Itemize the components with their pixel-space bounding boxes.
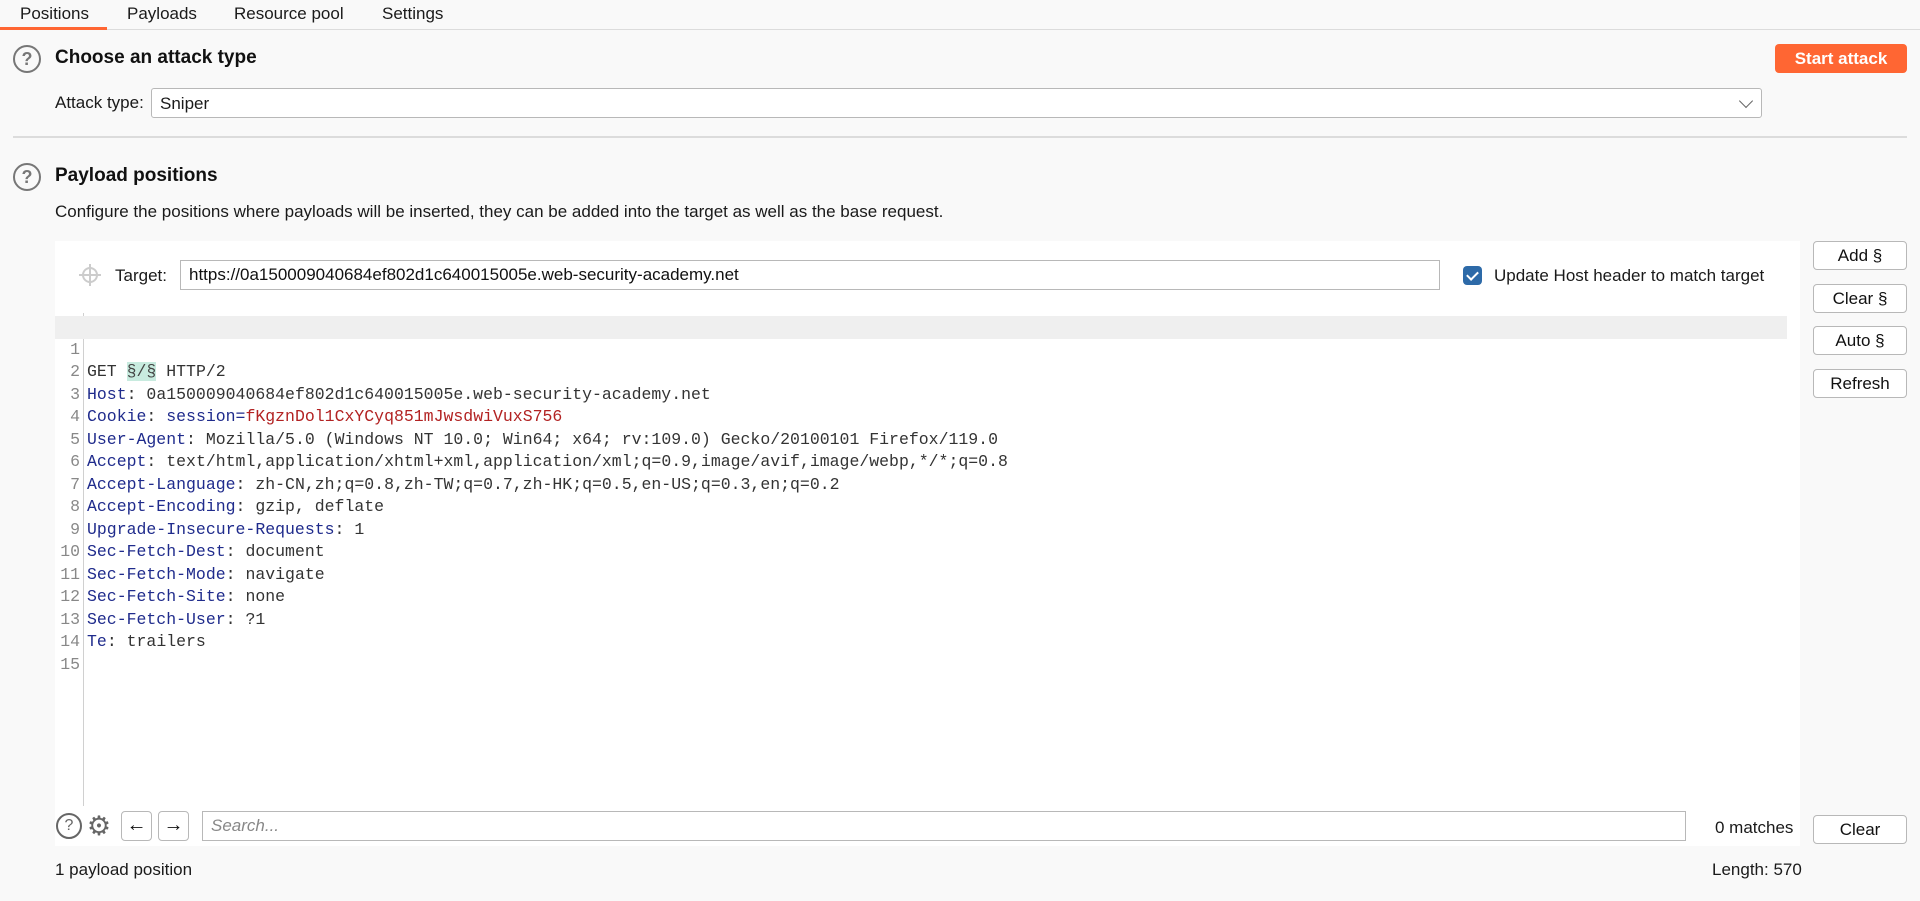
gear-icon[interactable]: ⚙ [85,812,113,840]
tab-payloads[interactable]: Payloads [127,4,197,24]
payload-positions-description: Configure the positions where payloads w… [55,202,944,221]
attack-type-label: Attack type: [55,93,144,112]
refresh-button[interactable]: Refresh [1813,369,1907,398]
payload-position-count: 1 payload position [55,860,193,879]
code-line: 7 Accept-Encoding: gzip, deflate [55,451,1787,517]
attack-type-title: Choose an attack type [55,47,257,68]
code-line: 13 Te: trailers [55,586,1787,652]
attack-type-select[interactable]: Sniper [151,88,1762,118]
code-line: 15 [55,631,1787,674]
auto-markers-button[interactable]: Auto § [1813,326,1907,355]
search-input[interactable] [202,811,1686,841]
update-host-label[interactable]: Update Host header to match target [1494,266,1764,286]
help-icon[interactable]: ? [13,45,41,73]
clear-search-button[interactable]: Clear [1813,815,1907,844]
tab-resource-pool[interactable]: Resource pool [234,4,344,24]
target-row: Target: Update Host header to match targ… [55,241,1800,311]
line-number: 15 [60,654,80,674]
code-line: 2 Host: 0a150009040684ef802d1c640015005e… [55,339,1787,404]
request-editor-panel: Target: Update Host header to match targ… [55,241,1800,846]
request-editor[interactable]: 1 GET §/§ HTTP/2 2 Host: 0a150009040684e… [55,313,1800,806]
update-host-checkbox[interactable] [1463,266,1482,285]
help-icon[interactable]: ? [56,813,82,839]
tab-bar: Positions Payloads Resource pool Setting… [0,0,1920,30]
search-bar: ? ⚙ ← → 0 matches [55,808,1800,846]
code-line: 11 Sec-Fetch-Site: none [55,541,1787,607]
target-label: Target: [115,266,167,285]
active-tab-indicator [0,27,107,30]
payload-positions-title: Payload positions [55,165,218,186]
help-icon[interactable]: ? [13,163,41,191]
code-line: 1 GET §/§ HTTP/2 [55,316,1787,381]
tab-positions[interactable]: Positions [20,4,89,24]
code-line: 5 Accept: text/html,application/xhtml+xm… [55,406,1787,472]
code-line: 10 Sec-Fetch-Mode: navigate [55,519,1787,584]
attack-type-value: Sniper [160,94,210,113]
previous-match-button[interactable]: ← [121,811,152,841]
code-line: 14 [55,609,1787,651]
code-line: 9 Sec-Fetch-Dest: document [55,496,1787,562]
match-count: 0 matches [1715,818,1794,837]
code-line: 8 Upgrade-Insecure-Requests: 1 [55,474,1787,539]
code-line: 4 User-Agent: Mozilla/5.0 (Windows NT 10… [55,384,1787,449]
crosshair-icon [79,264,101,286]
tab-settings[interactable]: Settings [382,4,443,24]
section-divider [13,136,1907,138]
code-line: 6 Accept-Language: zh-CN,zh;q=0.8,zh-TW;… [55,429,1787,494]
request-length: Length: 570 [1712,860,1802,879]
code-line: 3 Cookie: session=fKgznDol1CxYCyq851mJws… [55,361,1787,427]
chevron-down-icon [1738,93,1754,109]
target-input[interactable] [180,260,1440,290]
clear-markers-button[interactable]: Clear § [1813,284,1907,313]
next-match-button[interactable]: → [158,811,189,841]
code-line: 12 Sec-Fetch-User: ?1 [55,564,1787,629]
add-marker-button[interactable]: Add § [1813,241,1907,270]
start-attack-button[interactable]: Start attack [1775,44,1907,73]
